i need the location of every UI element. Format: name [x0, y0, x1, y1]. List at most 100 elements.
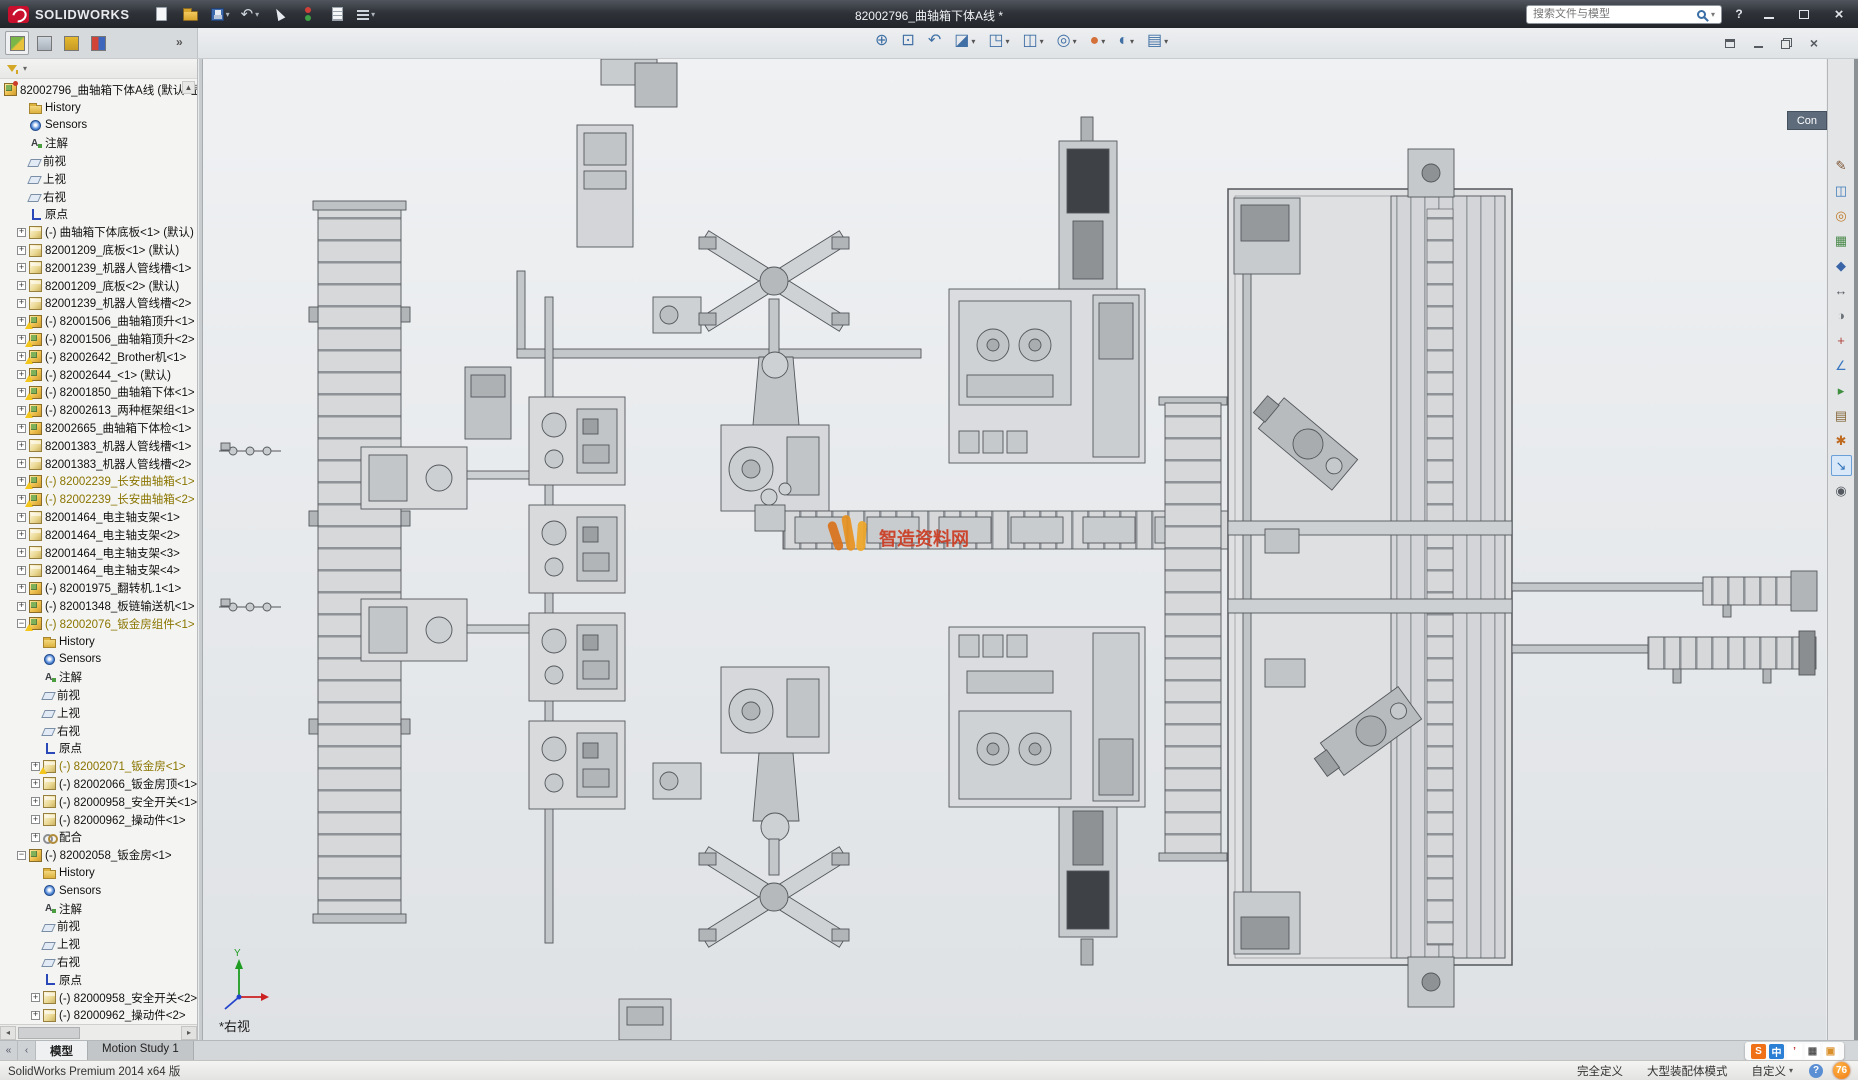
panel-tabs-overflow-button[interactable]: »: [176, 35, 183, 49]
expander-icon[interactable]: [17, 228, 26, 237]
tree-item[interactable]: 82002796_曲轴箱下体A线 (默认<显示状态-1>): [0, 81, 197, 99]
show-hidden-components-button[interactable]: ◑: [1831, 305, 1852, 326]
zoom-fit-button[interactable]: ⊕: [872, 31, 891, 51]
tree-item[interactable]: (-) 82002239_长安曲轴箱<1>: [0, 473, 197, 491]
tree-item[interactable]: 注解: [0, 668, 197, 686]
tree-item[interactable]: 原点: [0, 971, 197, 989]
tab-model[interactable]: 模型: [36, 1041, 88, 1060]
expander-icon[interactable]: [17, 459, 26, 468]
exploded-view-button[interactable]: ✱: [1831, 430, 1852, 451]
scroll-left-button[interactable]: ◂: [0, 1026, 16, 1040]
tree-item[interactable]: 上视: [0, 170, 197, 188]
expander-icon[interactable]: [31, 1011, 40, 1020]
punctuation-icon[interactable]: ’: [1787, 1044, 1802, 1059]
expander-icon[interactable]: [17, 299, 26, 308]
maximize-button[interactable]: [1791, 5, 1817, 23]
status-custom-dropdown[interactable]: 自定义: [1751, 1063, 1786, 1079]
select-button[interactable]: [267, 3, 291, 25]
viewport-canvas[interactable]: 智造资料网 Y *右视: [203, 59, 1826, 1040]
view-settings-button[interactable]: ▤: [1144, 31, 1171, 51]
propertymanager-tab[interactable]: [32, 31, 56, 55]
hide-show-items-button[interactable]: ◎: [1054, 31, 1080, 51]
tree-item[interactable]: (-) 82001506_曲轴箱顶升<1>: [0, 312, 197, 330]
tree-item[interactable]: 配合: [0, 828, 197, 846]
task-pane-header[interactable]: Con: [1787, 111, 1827, 130]
tree-item[interactable]: 上视: [0, 935, 197, 953]
tree-item[interactable]: 82001464_电主轴支架<3>: [0, 544, 197, 562]
tab-motion-study-1[interactable]: Motion Study 1: [88, 1041, 194, 1060]
tree-item[interactable]: (-) 82002239_长安曲轴箱<2>: [0, 490, 197, 508]
tree-item[interactable]: 注解: [0, 900, 197, 918]
scroll-right-button[interactable]: ▸: [181, 1026, 197, 1040]
expander-icon[interactable]: [17, 281, 26, 290]
tree-item[interactable]: 82001209_底板<1> (默认): [0, 241, 197, 259]
tree-item[interactable]: History: [0, 99, 197, 117]
input-language-icon[interactable]: 中: [1769, 1044, 1784, 1059]
tree-item[interactable]: 右视: [0, 722, 197, 740]
tree-item[interactable]: 上视: [0, 704, 197, 722]
tree-item[interactable]: (-) 曲轴箱下体底板<1> (默认): [0, 223, 197, 241]
tree-item[interactable]: (-) 82002066_钣金房顶<1>: [0, 775, 197, 793]
expander-icon[interactable]: [17, 263, 26, 272]
keyboard-icon[interactable]: ▦: [1805, 1044, 1820, 1059]
previous-view-button[interactable]: ↶: [925, 31, 944, 51]
expander-icon[interactable]: [31, 993, 40, 1002]
tab-nav-prev-button[interactable]: ‹: [18, 1041, 36, 1060]
zoom-area-button[interactable]: ⊡: [898, 31, 917, 51]
doc-restore-button[interactable]: [1778, 35, 1794, 51]
expander-icon[interactable]: [17, 602, 26, 611]
tree-item[interactable]: 右视: [0, 188, 197, 206]
scrollbar-thumb[interactable]: [18, 1027, 80, 1039]
expander-icon[interactable]: [31, 797, 40, 806]
tree-item[interactable]: 原点: [0, 206, 197, 224]
tree-item[interactable]: Sensors: [0, 882, 197, 900]
smart-fasteners-button[interactable]: ◆: [1831, 255, 1852, 276]
tree-item[interactable]: Sensors: [0, 651, 197, 669]
file-properties-button[interactable]: [325, 3, 349, 25]
tree-item[interactable]: 前视: [0, 686, 197, 704]
tab-nav-first-button[interactable]: «: [0, 1041, 18, 1060]
tree-item[interactable]: 82001464_电主轴支架<4>: [0, 562, 197, 580]
tree-item[interactable]: (-) 82000958_安全开关<2>: [0, 989, 197, 1007]
tree-item[interactable]: (-) 82000958_安全开关<1>: [0, 793, 197, 811]
expander-icon[interactable]: [17, 566, 26, 575]
edit-component-button[interactable]: ✎: [1831, 155, 1852, 176]
save-button[interactable]: [208, 3, 233, 25]
assembly-features-button[interactable]: +: [1831, 330, 1852, 351]
open-button[interactable]: [179, 3, 203, 25]
search-icon[interactable]: [1697, 10, 1706, 19]
tree-item[interactable]: (-) 82002058_钣金房<1>: [0, 846, 197, 864]
displaymanager-tab[interactable]: [86, 31, 110, 55]
new-motion-study-button[interactable]: ▸: [1831, 380, 1852, 401]
expander-icon[interactable]: [31, 779, 40, 788]
expander-icon[interactable]: [17, 548, 26, 557]
linear-component-pattern-button[interactable]: ▦: [1831, 230, 1852, 251]
tree-item[interactable]: (-) 82002644_<1> (默认): [0, 366, 197, 384]
graphics-viewport[interactable]: 智造资料网 Y *右视: [203, 59, 1826, 1040]
tree-item[interactable]: (-) 82001348_板链输送机<1>: [0, 597, 197, 615]
new-document-button[interactable]: [150, 3, 174, 25]
display-style-button[interactable]: ◫: [1020, 31, 1047, 51]
tree-item[interactable]: 前视: [0, 152, 197, 170]
tree-item[interactable]: 82001383_机器人管线槽<1>: [0, 437, 197, 455]
sogou-logo-icon[interactable]: S: [1751, 1044, 1766, 1059]
tree-item[interactable]: (-) 82001506_曲轴箱顶升<2>: [0, 330, 197, 348]
tree-horizontal-scrollbar[interactable]: ◂ ▸: [0, 1024, 197, 1040]
instant3d-button[interactable]: ↘: [1831, 455, 1852, 476]
tree-item[interactable]: History: [0, 633, 197, 651]
expander-icon[interactable]: [17, 851, 26, 860]
mate-button[interactable]: ◎: [1831, 205, 1852, 226]
expander-icon[interactable]: [17, 246, 26, 255]
tree-item[interactable]: (-) 82000962_操动件<2>: [0, 1006, 197, 1024]
doc-menu-button[interactable]: [1722, 35, 1738, 51]
tree-item[interactable]: 右视: [0, 953, 197, 971]
tree-item[interactable]: (-) 82002071_钣金房<1>: [0, 757, 197, 775]
tree-scroll-up-button[interactable]: ▲: [182, 81, 195, 94]
close-button[interactable]: [1826, 5, 1852, 23]
tree-item[interactable]: 82001383_机器人管线槽<2>: [0, 455, 197, 473]
featuremanager-tab[interactable]: [5, 31, 29, 55]
tree-item[interactable]: 原点: [0, 739, 197, 757]
tree-item[interactable]: 82002665_曲轴箱下体检<1>: [0, 419, 197, 437]
camera-button[interactable]: ◉: [1831, 480, 1852, 501]
rebuild-button[interactable]: [296, 3, 320, 25]
